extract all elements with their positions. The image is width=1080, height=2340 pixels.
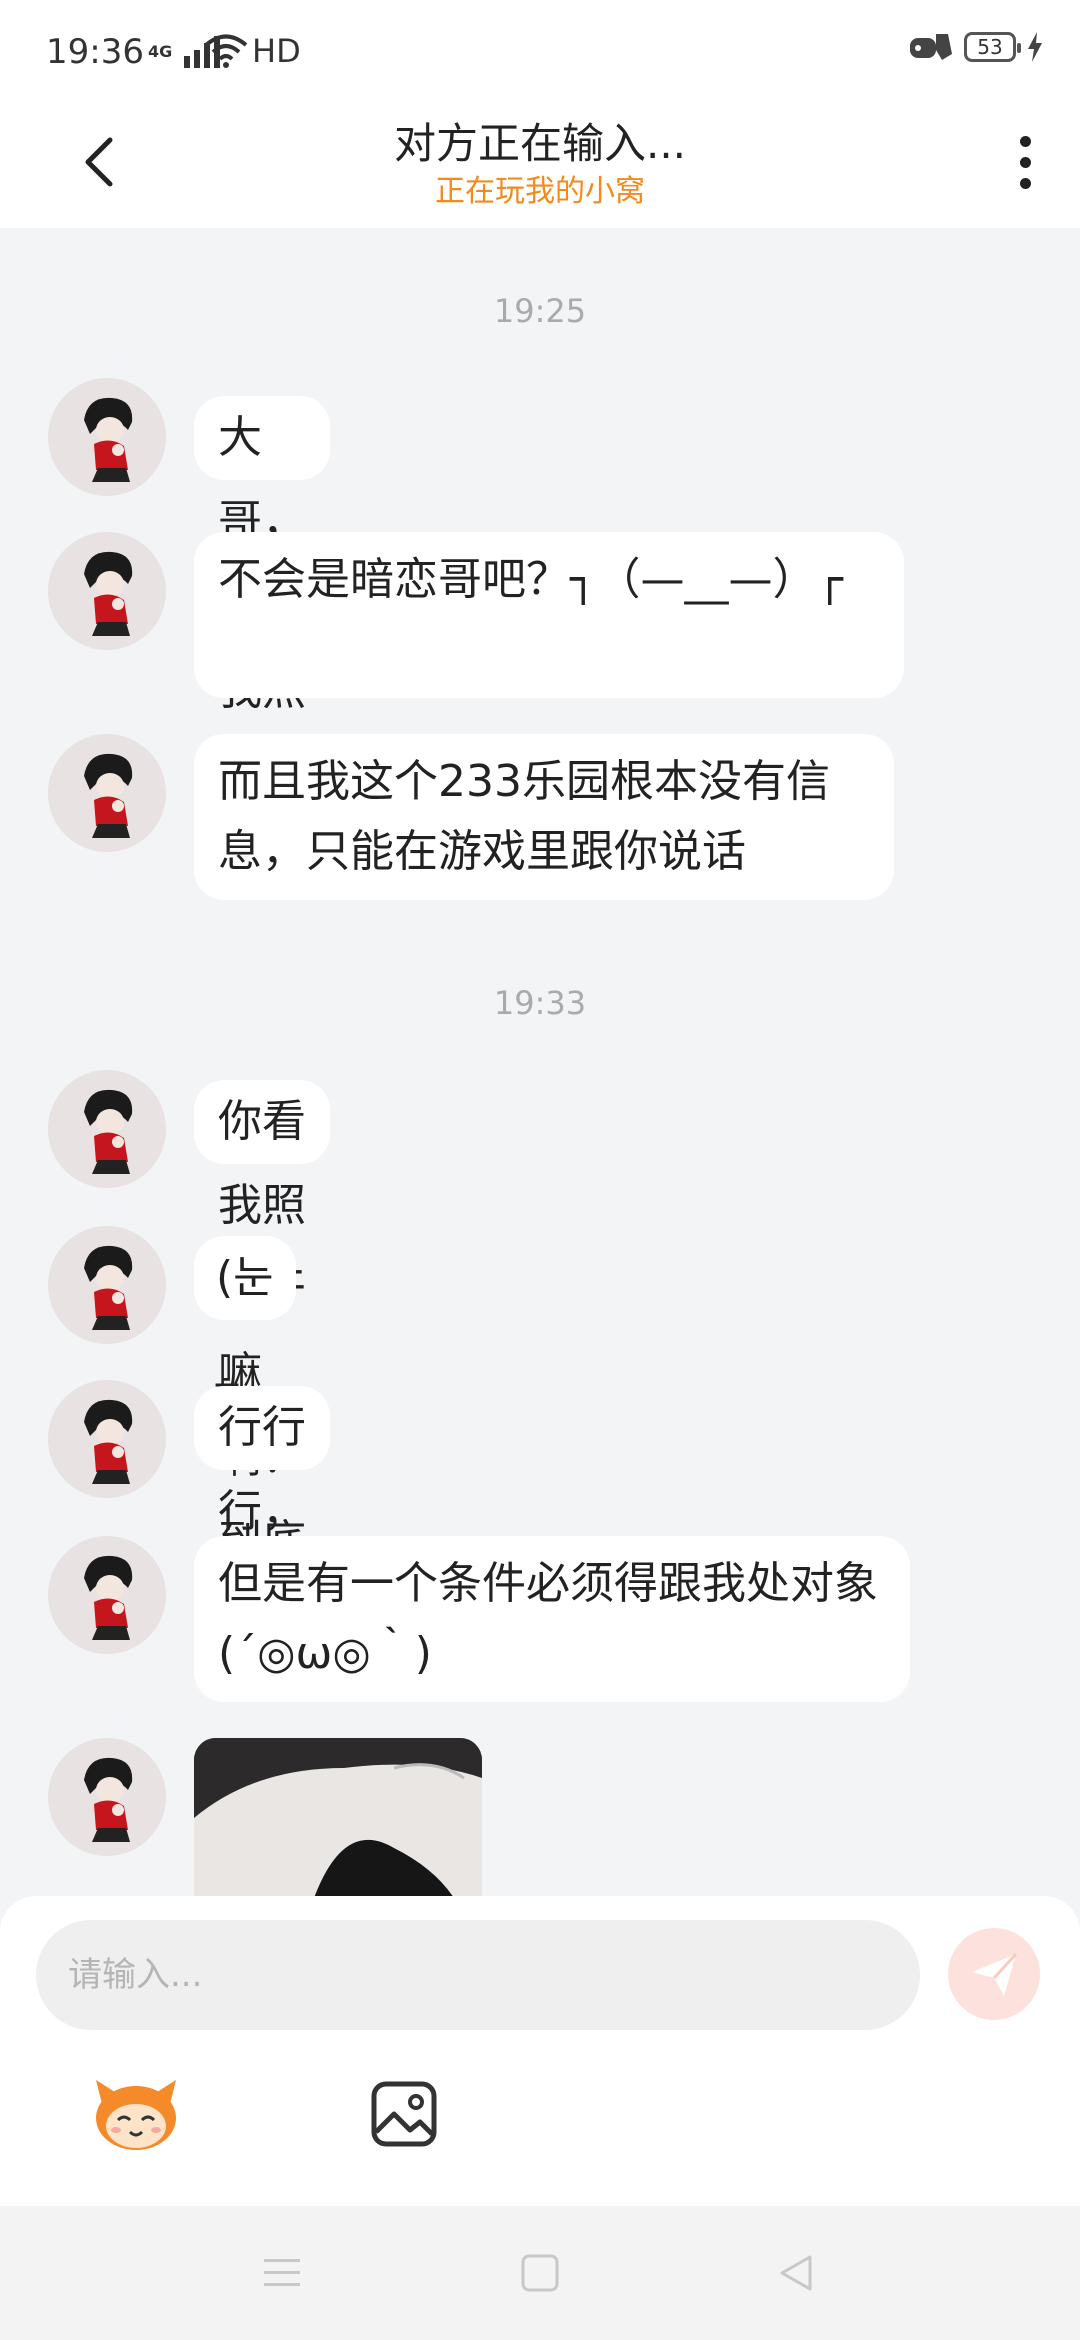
- chat-messages[interactable]: 19:25 大哥，你看我照片干嘛？: [0, 228, 1080, 1896]
- timestamp: 19:25: [493, 292, 587, 330]
- nav-menu-button[interactable]: [252, 2248, 312, 2298]
- avatar-image: [48, 1738, 166, 1856]
- avatar[interactable]: [48, 1226, 166, 1344]
- more-dot: [1019, 156, 1031, 168]
- more-options-button[interactable]: [990, 122, 1060, 202]
- avatar[interactable]: [48, 734, 166, 852]
- image-button[interactable]: [368, 2078, 440, 2150]
- message-bubble[interactable]: 而且我这个233乐园根本没有信息，只能在游戏里跟你说话: [194, 734, 894, 900]
- nav-back-icon: [780, 2255, 812, 2291]
- wifi-icon: [204, 34, 248, 68]
- avatar-image: [48, 378, 166, 496]
- more-dot: [1019, 177, 1031, 189]
- message-bubble[interactable]: 但是有一个条件必须得跟我处对象(´◎ω◎｀): [194, 1536, 910, 1702]
- message-text: 但是有一个条件必须得跟我处对象(´◎ω◎｀): [218, 1558, 878, 1679]
- avatar[interactable]: [48, 1070, 166, 1188]
- chat-title: 对方正在输入...: [393, 119, 687, 168]
- more-dots-icon: [1019, 135, 1031, 147]
- message-input[interactable]: [66, 1954, 920, 1996]
- input-panel: [0, 1896, 1080, 2206]
- message-bubble[interactable]: 大哥，你看我照片干嘛？: [194, 396, 330, 883]
- hd-indicator: HD: [252, 32, 301, 70]
- emoji-button[interactable]: [88, 2074, 184, 2154]
- battery-indicator: 53: [964, 32, 1021, 62]
- avatar[interactable]: [48, 1380, 166, 1498]
- avatar[interactable]: [48, 532, 166, 650]
- message-bubble[interactable]: 行行行，给你发: [194, 1386, 330, 1705]
- avatar-image: [48, 1536, 166, 1654]
- send-icon: [972, 1952, 1018, 1996]
- status-time: 19:36: [46, 32, 144, 72]
- avatar-image: [48, 1380, 166, 1498]
- avatar-image: [48, 1226, 166, 1344]
- photo-message[interactable]: [194, 1738, 482, 1896]
- charging-icon: [1028, 32, 1042, 62]
- message-bubble[interactable]: (눈_눈): [194, 1236, 296, 1471]
- status-bar: 19:36 4G HD 53: [0, 0, 1080, 100]
- image-icon: [371, 2081, 437, 2147]
- chat-header: 对方正在输入... 正在玩我的小窝: [0, 100, 1080, 228]
- battery-level: 53: [977, 35, 1003, 59]
- message-bubble[interactable]: 你看我照片干嘛啊？到底: [194, 1080, 330, 1567]
- nav-back-button[interactable]: [766, 2248, 826, 2298]
- photo-thumbnail: [194, 1738, 482, 1896]
- avatar[interactable]: [48, 1738, 166, 1856]
- avatar[interactable]: [48, 378, 166, 496]
- send-button[interactable]: [948, 1928, 1040, 2020]
- nav-home-button[interactable]: [510, 2248, 570, 2298]
- avatar-image: [48, 734, 166, 852]
- nav-menu-icon: [264, 2259, 300, 2286]
- message-text: 不会是暗恋哥吧？┐（—__—）┌: [218, 554, 843, 605]
- system-nav-bar: [0, 2206, 1080, 2340]
- nav-home-icon: [521, 2254, 559, 2292]
- avatar[interactable]: [48, 1536, 166, 1654]
- network-type: 4G: [148, 42, 173, 61]
- timestamp: 19:33: [493, 984, 587, 1022]
- status-right-group: 53: [908, 30, 1044, 64]
- chat-subtitle: 正在玩我的小窝: [435, 174, 645, 209]
- message-bubble[interactable]: 不会是暗恋哥吧？┐（—__—）┌: [194, 532, 904, 698]
- message-input-container[interactable]: [36, 1920, 920, 2030]
- game-mode-icon: [910, 34, 952, 60]
- message-text: 而且我这个233乐园根本没有信息，只能在游戏里跟你说话: [218, 756, 830, 877]
- avatar-image: [48, 1070, 166, 1188]
- avatar-image: [48, 532, 166, 650]
- emoji-sticker-icon: [96, 2080, 176, 2150]
